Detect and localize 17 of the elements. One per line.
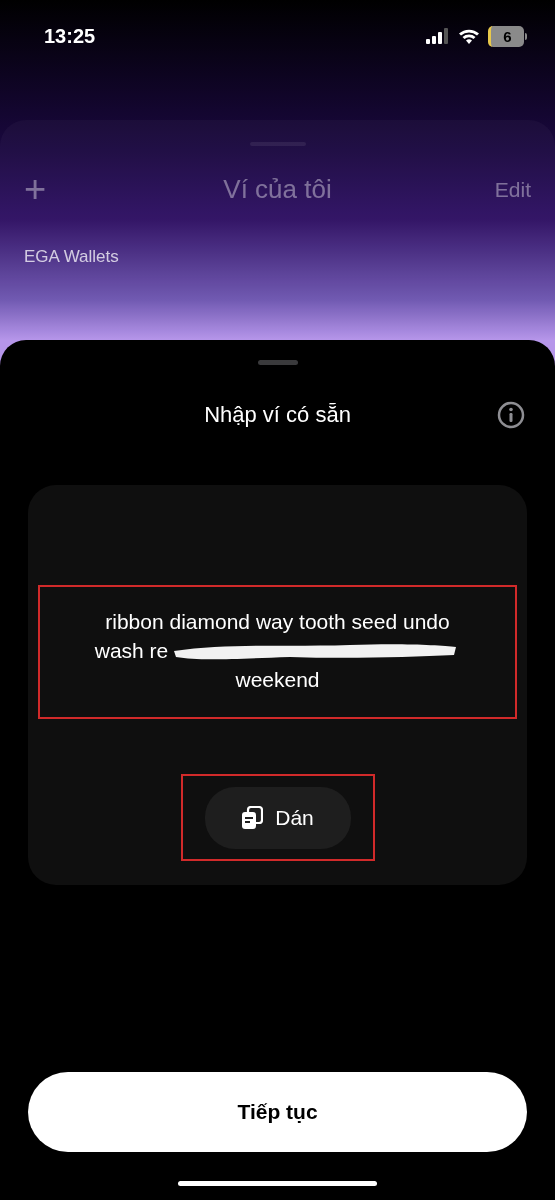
sheet-title: Nhập ví có sẵn: [204, 402, 351, 428]
plus-label: +: [24, 168, 47, 210]
edit-label: Edit: [494, 177, 531, 201]
screen-title: Ví của tôi: [223, 174, 332, 205]
status-time: 13:25: [44, 24, 96, 48]
phrase-text: ribbon diamond way tooth seed undo: [105, 609, 450, 635]
continue-button[interactable]: Tiếp tục: [28, 1072, 527, 1152]
phrase-text: wash re: [94, 638, 169, 664]
clipboard-icon: [241, 805, 264, 830]
paste-button[interactable]: Dán: [204, 786, 351, 849]
info-icon[interactable]: [497, 401, 525, 429]
wifi-icon: [458, 28, 480, 44]
phrase-text: weekend: [235, 667, 320, 693]
section-label: EGA Wallets: [24, 247, 119, 267]
battery-icon: 6: [488, 25, 527, 47]
sheet-handle[interactable]: [257, 360, 298, 365]
signal-icon: [426, 28, 450, 44]
